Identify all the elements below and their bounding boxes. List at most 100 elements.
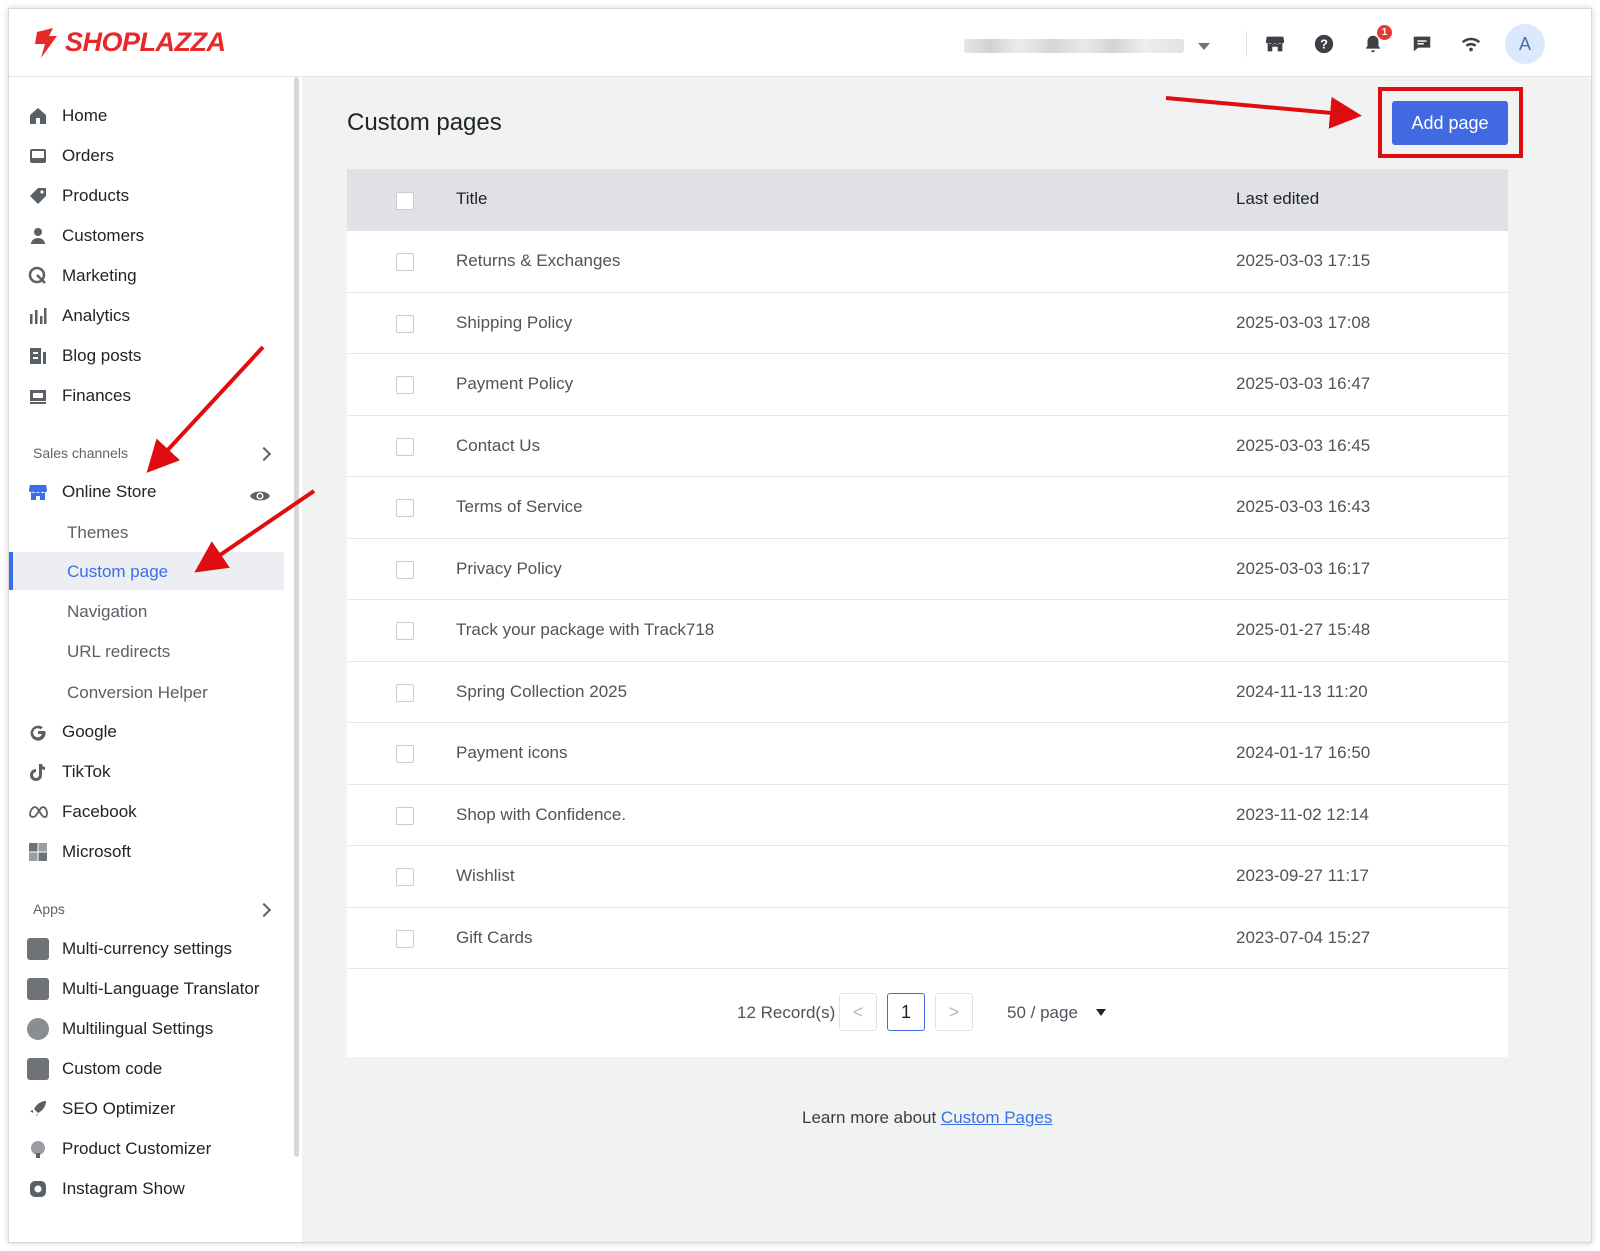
sidebar-app-multi-language-translator[interactable]: Multi-Language Translator xyxy=(27,974,260,1004)
multilingual-icon xyxy=(27,1018,49,1040)
sidebar-item-tiktok[interactable]: TikTok xyxy=(27,757,111,787)
sidebar-app-seo-optimizer[interactable]: SEO Optimizer xyxy=(27,1094,175,1124)
sidebar-subitem-url-redirects[interactable]: URL redirects xyxy=(67,637,170,667)
storefront-icon[interactable] xyxy=(1262,31,1288,57)
table-row[interactable]: Gift Cards 2023-07-04 15:27 xyxy=(347,908,1508,969)
caret-down-icon[interactable] xyxy=(1096,1009,1106,1016)
row-checkbox[interactable] xyxy=(396,683,414,702)
row-checkbox[interactable] xyxy=(396,868,414,886)
store-switcher[interactable] xyxy=(964,37,1222,55)
column-header-last-edited[interactable]: Last edited xyxy=(1236,189,1319,209)
sidebar-subitem-conversion-helper[interactable]: Conversion Helper xyxy=(67,678,208,708)
page-title-cell[interactable]: Shop with Confidence. xyxy=(456,805,626,825)
next-page-button[interactable]: > xyxy=(935,993,973,1031)
home-icon xyxy=(27,105,49,127)
sidebar-item-products[interactable]: Products xyxy=(27,181,129,211)
sidebar-item-analytics[interactable]: Analytics xyxy=(27,301,130,331)
page-title-cell[interactable]: Payment icons xyxy=(456,743,568,763)
row-checkbox[interactable] xyxy=(396,745,414,763)
sidebar-item-customers[interactable]: Customers xyxy=(27,221,144,251)
sidebar-app-multilingual-settings[interactable]: Multilingual Settings xyxy=(27,1014,213,1044)
table-row[interactable]: Wishlist 2023-09-27 11:17 xyxy=(347,846,1508,908)
sidebar-item-blog-posts[interactable]: Blog posts xyxy=(27,341,141,371)
pages-table-card: Title Last edited Returns & Exchanges 20… xyxy=(347,169,1508,1057)
bell-icon[interactable]: 1 xyxy=(1360,25,1392,57)
eye-icon[interactable] xyxy=(249,485,271,507)
sidebar-subitem-themes[interactable]: Themes xyxy=(67,518,128,548)
sidebar-item-orders[interactable]: Orders xyxy=(27,141,114,171)
page-number-button[interactable]: 1 xyxy=(887,993,925,1031)
store-name-redacted xyxy=(964,39,1184,53)
top-bar: SHOPLAZZA ? 1 A xyxy=(9,9,1591,77)
custom-pages-help-link[interactable]: Custom Pages xyxy=(941,1108,1053,1127)
avatar[interactable]: A xyxy=(1505,24,1545,64)
page-title-cell[interactable]: Gift Cards xyxy=(456,928,533,948)
sidebar-app-instagram-show[interactable]: Instagram Show xyxy=(27,1174,185,1204)
page-title-cell[interactable]: Wishlist xyxy=(456,866,515,886)
page-title-cell[interactable]: Privacy Policy xyxy=(456,559,562,579)
sidebar-subitem-navigation[interactable]: Navigation xyxy=(67,597,147,627)
table-row[interactable]: Returns & Exchanges 2025-03-03 17:15 xyxy=(347,231,1508,293)
help-icon[interactable]: ? xyxy=(1311,31,1337,57)
sidebar-item-google[interactable]: Google xyxy=(27,717,117,747)
column-header-title[interactable]: Title xyxy=(456,189,488,209)
page-title-cell[interactable]: Payment Policy xyxy=(456,374,573,394)
pagination: 12 Record(s) < 1 > 50 / page xyxy=(347,991,1508,1031)
arrow-to-add-page xyxy=(1165,96,1362,129)
sidebar-app-custom-code[interactable]: Custom code xyxy=(27,1054,162,1084)
table-row[interactable]: Shipping Policy 2025-03-03 17:08 xyxy=(347,293,1508,354)
row-checkbox[interactable] xyxy=(396,253,414,271)
table-row[interactable]: Payment Policy 2025-03-03 16:47 xyxy=(347,354,1508,416)
sidebar-item-label: Multilingual Settings xyxy=(62,1019,214,1038)
sidebar-item-label: SEO Optimizer xyxy=(62,1099,176,1118)
page-title-cell[interactable]: Track your package with Track718 xyxy=(456,620,714,640)
table-row[interactable]: Spring Collection 2025 2024-11-13 11:20 xyxy=(347,662,1508,723)
prev-page-button[interactable]: < xyxy=(839,993,877,1031)
sidebar-item-microsoft[interactable]: Microsoft xyxy=(27,837,131,867)
row-checkbox[interactable] xyxy=(396,929,414,948)
learn-more-prefix: Learn more about xyxy=(802,1108,941,1127)
row-checkbox[interactable] xyxy=(396,314,414,333)
page-size-select[interactable]: 50 / page xyxy=(1007,1003,1078,1023)
page-title-cell[interactable]: Spring Collection 2025 xyxy=(456,682,627,702)
sidebar-item-label: Custom code xyxy=(62,1059,163,1078)
sidebar-app-multi-currency[interactable]: Multi-currency settings xyxy=(27,934,232,964)
table-row[interactable]: Shop with Confidence. 2023-11-02 12:14 xyxy=(347,785,1508,846)
shoplazza-logo[interactable]: SHOPLAZZA xyxy=(33,27,226,58)
sidebar-app-product-customizer[interactable]: Product Customizer xyxy=(27,1134,211,1164)
page-title-cell[interactable]: Contact Us xyxy=(456,436,540,456)
sidebar-item-facebook[interactable]: Facebook xyxy=(27,797,137,827)
row-checkbox[interactable] xyxy=(396,806,414,825)
row-checkbox[interactable] xyxy=(396,499,414,517)
sales-channels-label: Sales channels xyxy=(33,445,128,461)
row-checkbox[interactable] xyxy=(396,560,414,579)
sidebar-scrollbar[interactable] xyxy=(294,77,299,1157)
add-page-button[interactable]: Add page xyxy=(1392,101,1508,145)
table-row[interactable]: Track your package with Track718 2025-01… xyxy=(347,600,1508,662)
divider xyxy=(1246,31,1247,57)
table-row[interactable]: Contact Us 2025-03-03 16:45 xyxy=(347,416,1508,477)
row-checkbox[interactable] xyxy=(396,622,414,640)
page-title-cell[interactable]: Terms of Service xyxy=(456,497,583,517)
row-checkbox[interactable] xyxy=(396,437,414,456)
select-all-checkbox[interactable] xyxy=(396,192,414,210)
page-title-cell[interactable]: Returns & Exchanges xyxy=(456,251,620,271)
table-row[interactable]: Terms of Service 2025-03-03 16:43 xyxy=(347,477,1508,539)
page-title-cell[interactable]: Shipping Policy xyxy=(456,313,572,333)
chat-icon[interactable] xyxy=(1409,31,1435,57)
table-row[interactable]: Payment icons 2024-01-17 16:50 xyxy=(347,723,1508,785)
wifi-icon[interactable] xyxy=(1458,31,1484,57)
sidebar-item-finances[interactable]: Finances xyxy=(27,381,131,411)
sidebar-item-marketing[interactable]: Marketing xyxy=(27,261,137,291)
sidebar-item-home[interactable]: Home xyxy=(27,101,107,131)
sidebar-subitem-custom-page[interactable]: Custom page xyxy=(67,557,168,587)
last-edited-cell: 2024-01-17 16:50 xyxy=(1236,743,1371,762)
row-checkbox[interactable] xyxy=(396,376,414,394)
last-edited-cell: 2025-03-03 17:15 xyxy=(1236,251,1371,270)
sidebar-item-label: TikTok xyxy=(62,762,111,781)
sidebar-item-online-store[interactable]: Online Store xyxy=(27,477,157,507)
chevron-left-icon: < xyxy=(852,1001,864,1022)
table-row[interactable]: Privacy Policy 2025-03-03 16:17 xyxy=(347,539,1508,600)
apps-label: Apps xyxy=(33,901,65,917)
tiktok-icon xyxy=(27,761,49,783)
